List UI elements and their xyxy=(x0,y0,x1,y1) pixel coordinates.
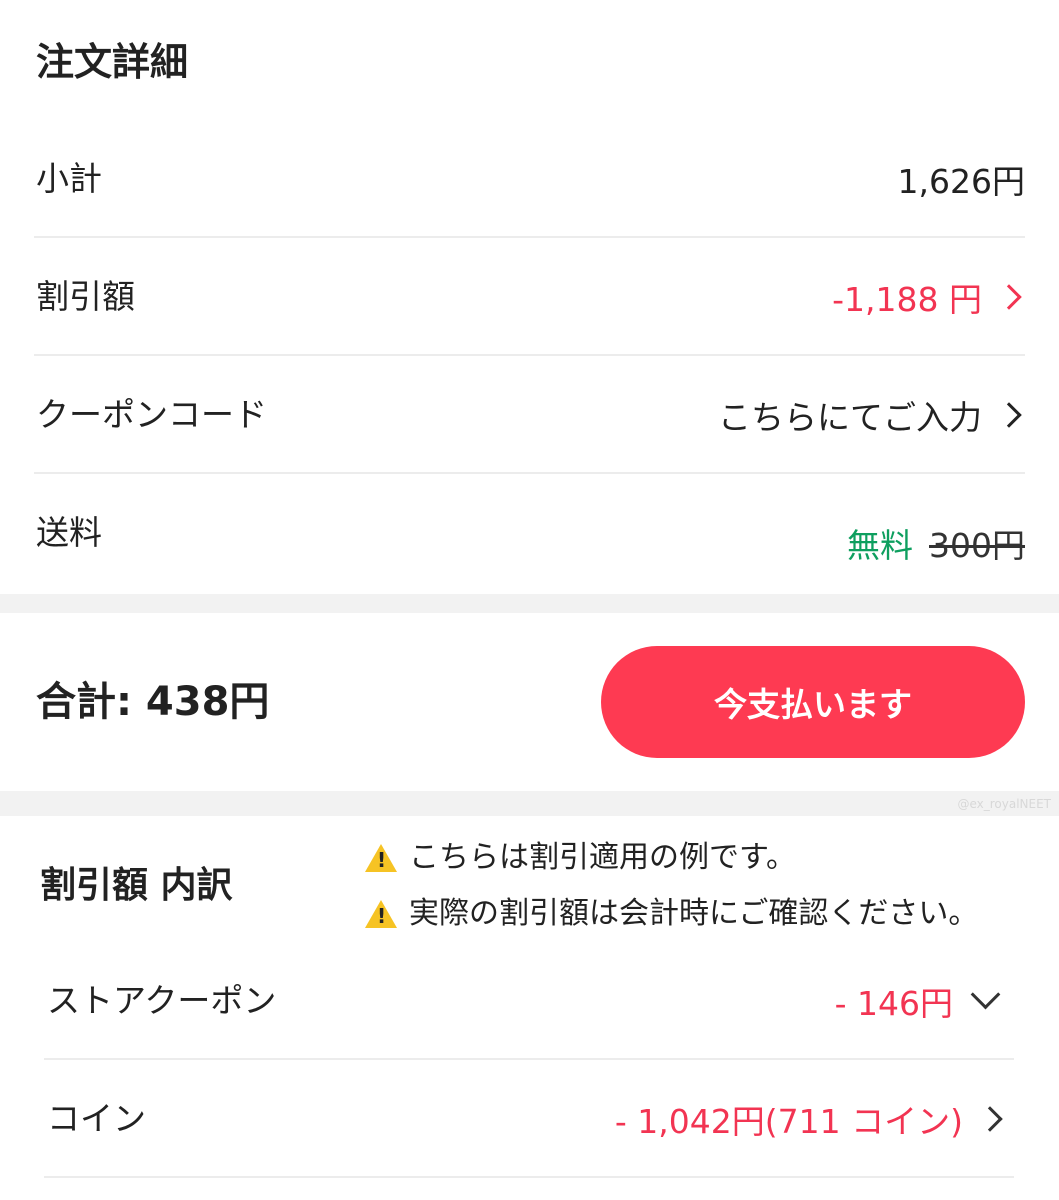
subtotal-value: 1,626円 xyxy=(897,162,1025,201)
order-details-title: 注文詳細 xyxy=(36,40,189,84)
discount-breakdown-panel: 割引額 内訳 こちらは割引適用の例です。 実際の割引額は会計時にご確認ください。… xyxy=(0,816,1059,1200)
pay-now-button[interactable]: 今支払います xyxy=(601,646,1025,758)
coupon-code-row[interactable]: クーポンコード こちらにてご入力 xyxy=(34,356,1025,474)
discount-value: -1,188 円 xyxy=(832,280,982,319)
coupon-code-placeholder: こちらにてご入力 xyxy=(718,398,982,437)
coin-label: コイン xyxy=(47,1099,146,1138)
discount-breakdown-title: 割引額 内訳 xyxy=(40,865,233,906)
chevron-down-icon xyxy=(970,979,1001,1009)
shipping-row: 送料 無料 300円 xyxy=(34,474,1025,592)
store-coupon-value: - 146円 xyxy=(834,984,953,1023)
discount-row[interactable]: 割引額 -1,188 円 xyxy=(34,238,1025,356)
discount-value-wrap[interactable]: -1,188 円 xyxy=(832,238,1025,356)
store-coupon-value-wrap[interactable]: - 146円 xyxy=(835,942,1006,1060)
coin-value-wrap[interactable]: - 1,042円(711 コイン) xyxy=(615,1060,1006,1178)
shipping-free: 無料 xyxy=(847,526,913,565)
notice-text: こちらは割引適用の例です。 xyxy=(409,840,796,875)
shipping-original-price: 300円 xyxy=(929,526,1025,565)
warning-icon xyxy=(365,844,397,872)
coupon-code-input-link[interactable]: こちらにてご入力 xyxy=(718,356,1025,474)
notice-text: 実際の割引額は会計時にご確認ください。 xyxy=(409,896,979,931)
warning-icon xyxy=(365,900,397,928)
shipping-label: 送料 xyxy=(36,513,102,552)
order-details-panel: 注文詳細 小計 1,626円 割引額 -1,188 円 クーポンコード こちらに… xyxy=(0,0,1059,594)
total-amount: 合計: 438円 xyxy=(36,679,270,725)
chevron-right-icon xyxy=(996,402,1022,428)
subtotal-label: 小計 xyxy=(36,159,102,198)
notice-line: こちらは割引適用の例です。 xyxy=(365,838,796,878)
store-coupon-row[interactable]: ストアクーポン - 146円 xyxy=(44,942,1014,1060)
coupon-code-label: クーポンコード xyxy=(36,395,267,434)
coin-value: - 1,042円(711 コイン) xyxy=(614,1102,963,1141)
notice-line: 実際の割引額は会計時にご確認ください。 xyxy=(365,894,978,934)
shipping-value: 無料 300円 xyxy=(847,484,1025,602)
chevron-right-icon xyxy=(996,284,1022,310)
coin-row[interactable]: コイン - 1,042円(711 コイン) xyxy=(44,1060,1014,1178)
discount-label: 割引額 xyxy=(36,277,135,316)
store-coupon-label: ストアクーポン xyxy=(47,981,277,1020)
watermark: @ex_royalNEET xyxy=(957,797,1051,811)
total-panel: 合計: 438円 今支払います xyxy=(0,613,1059,791)
subtotal-row: 小計 1,626円 xyxy=(34,120,1025,238)
chevron-right-icon xyxy=(977,1106,1003,1132)
